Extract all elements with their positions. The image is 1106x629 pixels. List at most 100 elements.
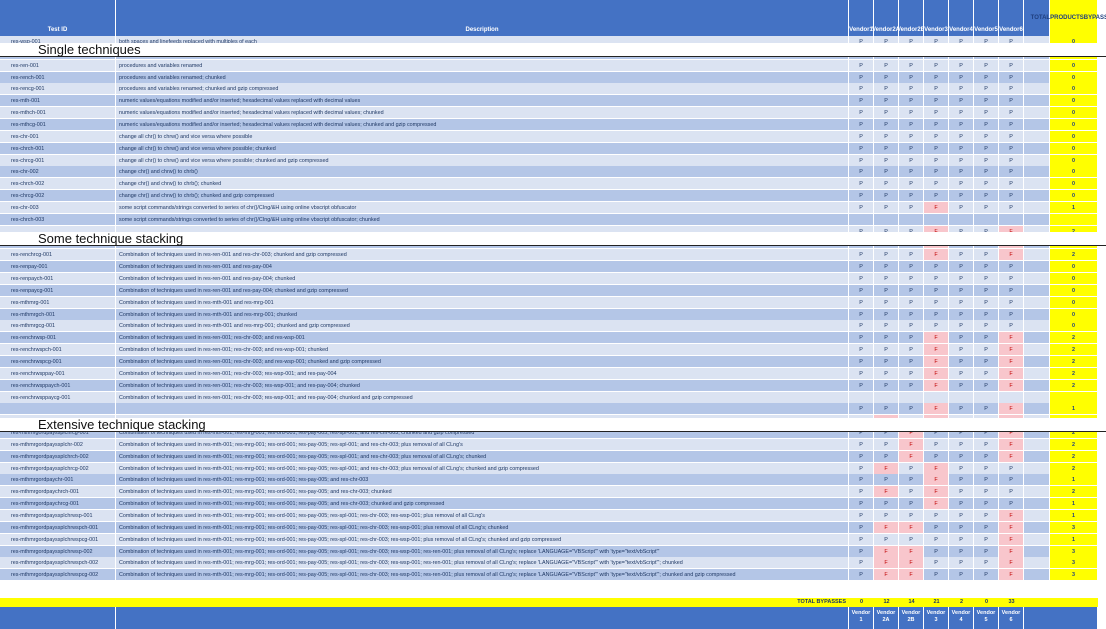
header-vendor-line: 5 (994, 27, 998, 33)
row-vendor-result: P (849, 119, 874, 131)
row-vendor-result: P (899, 296, 924, 309)
row-vendor-result: P (949, 308, 974, 321)
table-row: res-renpay-001 Combination of techniques … (0, 261, 1106, 274)
row-spacer (1024, 462, 1050, 475)
row-vendor-result: F (999, 403, 1024, 416)
row-vendor-result (949, 213, 974, 226)
footer-vendor-line: 3 (934, 617, 938, 623)
row-spacer (1024, 498, 1050, 511)
row-test-id: res-chrch-002 (0, 178, 116, 191)
row-vendor-result: P (949, 166, 974, 179)
row-vendor-result: F (924, 474, 949, 487)
header-vendor-line: 3 (944, 27, 948, 33)
footer-vendor-line: Vendor (876, 610, 896, 616)
row-vendor-result: P (999, 261, 1024, 274)
row-vendor-result: P (949, 557, 974, 570)
row-total: 0 (1050, 308, 1098, 321)
row-test-id: res-mthmrgcg-001 (0, 320, 116, 333)
row-vendor-result: P (899, 95, 924, 108)
footer-vendor-line: 2A (882, 617, 890, 623)
row-total: 1 (1050, 201, 1098, 214)
row-vendor-result: F (874, 521, 899, 534)
row-vendor-result: P (874, 474, 899, 487)
row-test-id: res-rencg-001 (0, 83, 116, 96)
row-vendor-result: P (949, 367, 974, 380)
row-vendor-result: P (949, 59, 974, 72)
row-vendor-result: P (849, 142, 874, 155)
row-spacer (1024, 533, 1050, 546)
footer-vendor-0: Vendor 1 (849, 607, 874, 629)
row-vendor-result: P (849, 178, 874, 191)
header-vendor-line: Vendor (849, 27, 870, 33)
row-vendor-result: P (974, 166, 999, 179)
row-vendor-result: P (849, 320, 874, 333)
row-vendor-result: P (899, 486, 924, 499)
row-vendor-result: P (874, 95, 899, 108)
row-vendor-result: P (849, 107, 874, 120)
row-vendor-result: P (899, 107, 924, 120)
row-vendor-result: P (949, 450, 974, 463)
header-vendor-line: Vendor (897, 27, 918, 33)
row-vendor-result: P (949, 510, 974, 522)
row-vendor-result: P (849, 83, 874, 96)
row-total: 2 (1050, 379, 1098, 392)
row-vendor-result: P (974, 190, 999, 202)
row-vendor-result: P (974, 261, 999, 274)
row-vendor-result: P (874, 403, 899, 416)
footer-vendor-line: Vendor (926, 610, 946, 616)
row-total: 3 (1050, 557, 1098, 570)
row-test-id: res-renchrwsppaycg-001 (0, 391, 116, 404)
row-vendor-result: P (849, 355, 874, 368)
table-row: res-renchrwspcg-001 Combination of techni… (0, 355, 1106, 368)
row-vendor-result: P (974, 379, 999, 392)
row-vendor-result: P (849, 367, 874, 380)
row-description: change chr() and chrw() to chrb() (116, 166, 849, 179)
row-vendor-result: P (874, 498, 899, 511)
row-test-id: res-renchrwsppaych-001 (0, 379, 116, 392)
row-vendor-result: P (949, 438, 974, 451)
row-spacer (1024, 367, 1050, 380)
row-vendor-result: P (849, 130, 874, 143)
row-vendor-result: P (924, 557, 949, 570)
row-total: 1 (1050, 533, 1098, 546)
row-vendor-result (899, 213, 924, 226)
row-test-id: res-renpay-001 (0, 261, 116, 274)
row-vendor-result: P (924, 154, 949, 167)
row-test-id: res-mth-001 (0, 95, 116, 108)
row-vendor-result: P (999, 107, 1024, 120)
row-test-id: res-mthmrgordpayssplchrwspch-001 (0, 521, 116, 534)
row-vendor-result: F (924, 201, 949, 214)
row-vendor-result: P (924, 296, 949, 309)
row-vendor-result: P (874, 107, 899, 120)
row-vendor-result: F (874, 462, 899, 475)
row-description: Combination of techniques used in res-mt… (116, 320, 849, 333)
row-vendor-result: P (849, 154, 874, 167)
row-test-id: res-renchrcg-001 (0, 249, 116, 262)
row-vendor-result: P (974, 344, 999, 357)
table-row: res-renpaycg-001 Combination of technique… (0, 284, 1106, 297)
row-test-id: res-chr-003 (0, 201, 116, 214)
table-row: res-chrcg-001 change all chr() to chrw() … (0, 154, 1106, 167)
row-vendor-result: P (974, 367, 999, 380)
table-row: res-mthmrgordpaychrch-001 Combination of … (0, 486, 1106, 499)
row-vendor-result: F (999, 367, 1024, 380)
table-row: res-mthmrgcg-001 Combination of technique… (0, 320, 1106, 333)
row-vendor-result: P (949, 462, 974, 475)
row-vendor-result: P (949, 201, 974, 214)
row-description: procedures and variables renamed; chunke… (116, 71, 849, 84)
row-vendor-result: F (924, 332, 949, 345)
row-vendor-result: P (899, 178, 924, 191)
row-spacer (1024, 569, 1050, 582)
row-vendor-result: P (849, 486, 874, 499)
row-total: 2 (1050, 438, 1098, 451)
row-vendor-result: P (924, 71, 949, 84)
row-description: Combination of techniques used in res-mt… (116, 545, 849, 558)
row-vendor-result: P (874, 201, 899, 214)
table-row: res-renchrwsppay-001 Combination of techn… (0, 367, 1106, 380)
row-vendor-result: F (999, 249, 1024, 262)
row-vendor-result: P (949, 521, 974, 534)
row-vendor-result: P (899, 130, 924, 143)
row-vendor-result: P (949, 569, 974, 582)
header-vendor-3: Vendor 3 (924, 0, 949, 36)
row-total: 0 (1050, 320, 1098, 333)
